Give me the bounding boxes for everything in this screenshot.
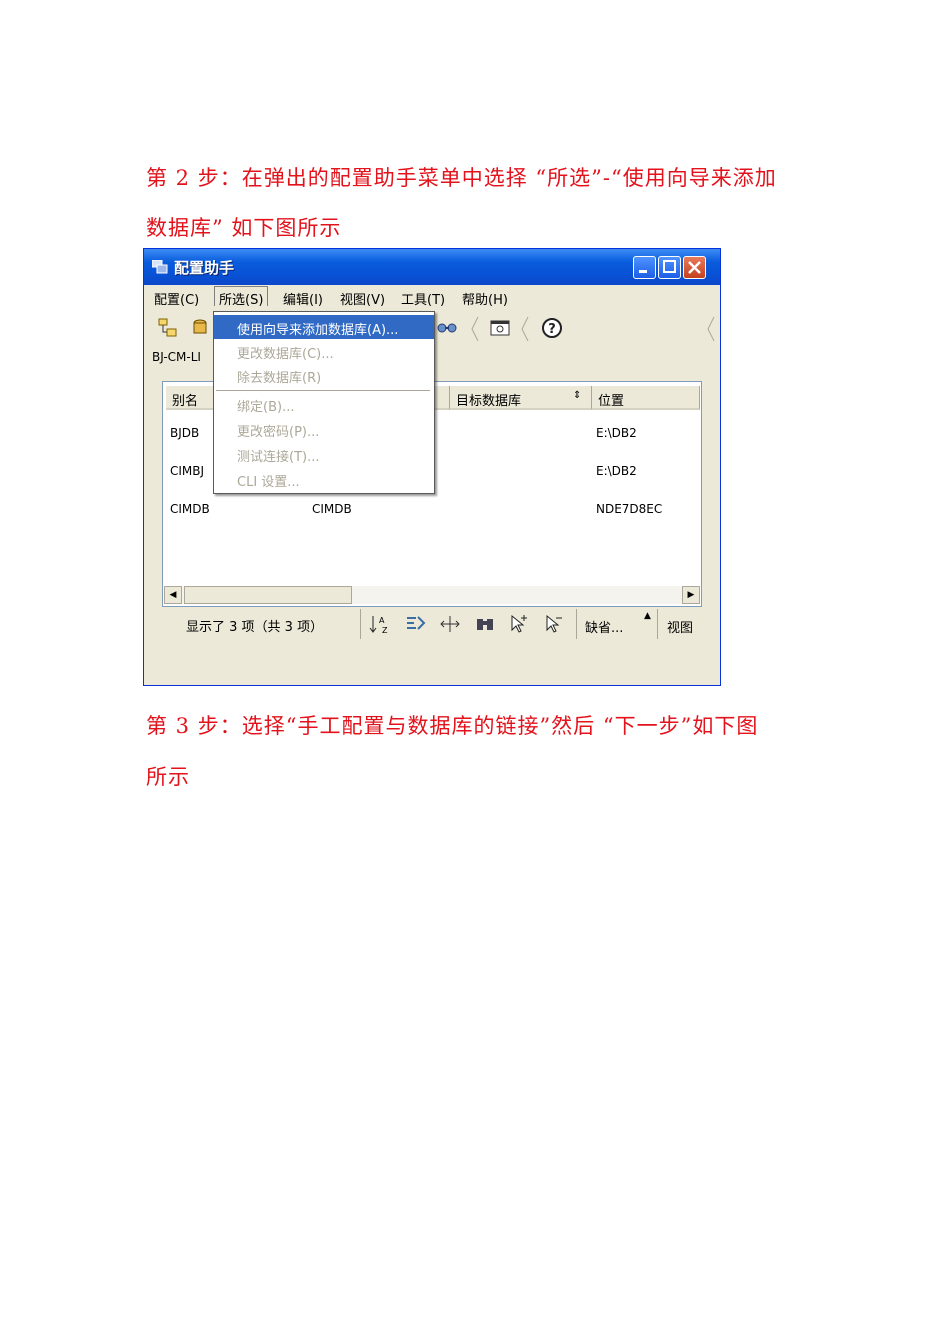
scroll-thumb[interactable] xyxy=(184,586,352,604)
connect-icon[interactable] xyxy=(436,317,458,339)
find-icon[interactable] xyxy=(474,613,496,635)
step3-text-line1: 第 3 步：选择“手工配置与数据库的链接”然后 “下一步”如下图 xyxy=(146,714,759,738)
select-plus-icon[interactable] xyxy=(508,613,530,635)
menu-item-change-database[interactable]: 更改数据库(C)... xyxy=(214,339,434,363)
menu-item-add-database-wizard[interactable]: 使用向导来添加数据库(A)... xyxy=(214,315,434,339)
window-title: 配置助手 xyxy=(174,259,235,277)
menu-config[interactable]: 配置(C) xyxy=(154,289,199,308)
title-bar: 配置助手 xyxy=(144,249,720,285)
menu-tools[interactable]: 工具(T) xyxy=(401,289,445,308)
table-row-location: E:\DB2 xyxy=(596,426,637,440)
menu-bar: 配置(C) 所选(S) 编辑(I) 视图(V) 工具(T) 帮助(H) xyxy=(144,286,720,309)
columns-icon[interactable] xyxy=(439,613,461,635)
table-row-alias[interactable]: BJDB xyxy=(170,426,199,440)
help-icon[interactable]: ? xyxy=(541,317,563,339)
table-row-target: CIMDB xyxy=(312,502,352,516)
toolbar-chevron-icon[interactable] xyxy=(706,315,716,343)
status-separator xyxy=(657,609,658,639)
menu-selected[interactable]: 所选(S) xyxy=(214,286,269,308)
selected-menu-dropdown: 使用向导来添加数据库(A)... 更改数据库(C)... 除去数据库(R) 绑定… xyxy=(213,311,435,494)
menu-edit[interactable]: 编辑(I) xyxy=(283,289,323,308)
scroll-right-button[interactable]: ▶ xyxy=(682,586,700,604)
column-header-location[interactable]: 位置 xyxy=(592,386,700,410)
status-separator xyxy=(576,609,577,639)
svg-text:A: A xyxy=(379,616,385,625)
app-icon xyxy=(152,260,168,274)
step3-text-line2: 所示 xyxy=(146,765,190,789)
close-button[interactable] xyxy=(683,256,706,279)
sort-icon: ⇕ xyxy=(573,390,582,401)
window-icon[interactable] xyxy=(489,317,511,339)
column-header-target[interactable]: 目标数据库 ⇕ xyxy=(450,386,592,410)
horizontal-scrollbar[interactable]: ◀ ▶ xyxy=(164,586,700,604)
sort-az-icon[interactable]: A Z xyxy=(369,613,391,635)
menu-view[interactable]: 视图(V) xyxy=(340,289,385,308)
toolbar-separator-icon xyxy=(471,316,479,342)
step2-text-line1: 第 2 步：在弹出的配置助手菜单中选择 “所选”-“使用向导来添加 xyxy=(146,166,777,190)
add-database-icon[interactable] xyxy=(189,317,211,339)
toolbar-separator-icon xyxy=(521,316,529,342)
default-view-button[interactable]: 缺省... xyxy=(585,617,623,636)
system-label: BJ-CM-LI xyxy=(152,350,201,364)
menu-item-cli-settings[interactable]: CLI 设置... xyxy=(214,467,434,491)
close-icon xyxy=(688,261,701,274)
table-row-alias[interactable]: CIMDB xyxy=(170,502,210,516)
column-header-target-label: 目标数据库 xyxy=(456,394,522,409)
minimize-icon xyxy=(639,270,647,273)
maximize-icon xyxy=(663,260,676,273)
menu-item-test-connection[interactable]: 测试连接(T)... xyxy=(214,442,434,466)
menu-item-bind[interactable]: 绑定(B)... xyxy=(214,392,434,416)
menu-help[interactable]: 帮助(H) xyxy=(462,289,508,308)
menu-item-remove-database[interactable]: 除去数据库(R) xyxy=(214,363,434,387)
table-row-alias[interactable]: CIMBJ xyxy=(170,464,204,478)
item-count-text: 显示了 3 项（共 3 项） xyxy=(186,620,324,635)
status-bar: 显示了 3 项（共 3 项） A Z 缺省... ▲ 视图 xyxy=(162,607,702,641)
tree-icon[interactable] xyxy=(157,317,179,339)
minimize-button[interactable] xyxy=(633,256,656,279)
step2-text-line2: 数据库” 如下图所示 xyxy=(146,216,342,240)
svg-text:?: ? xyxy=(548,322,556,337)
select-minus-icon[interactable] xyxy=(543,613,565,635)
table-row-location: NDE7D8EC xyxy=(596,502,663,516)
table-row-location: E:\DB2 xyxy=(596,464,637,478)
svg-text:Z: Z xyxy=(382,626,388,635)
scroll-left-button[interactable]: ◀ xyxy=(164,586,182,604)
up-arrow-icon[interactable]: ▲ xyxy=(644,611,651,621)
maximize-button[interactable] xyxy=(658,256,681,279)
filter-icon[interactable] xyxy=(404,613,426,635)
status-separator xyxy=(360,609,361,639)
menu-separator xyxy=(216,390,430,391)
menu-item-change-password[interactable]: 更改密码(P)... xyxy=(214,417,434,441)
view-button[interactable]: 视图 xyxy=(667,617,693,636)
